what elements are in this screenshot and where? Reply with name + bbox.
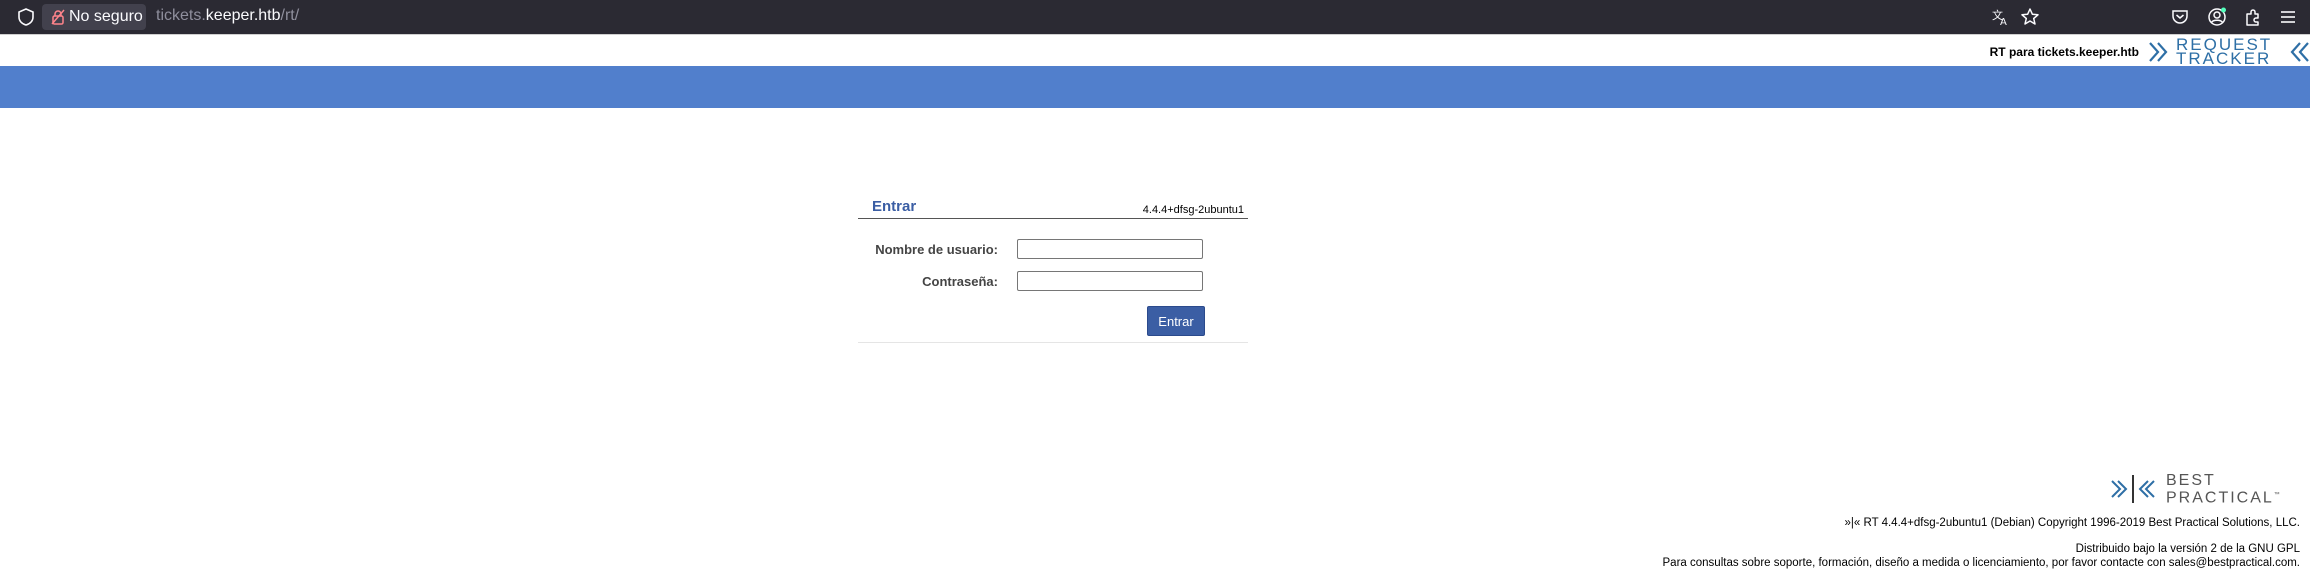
login-title: Entrar — [872, 198, 917, 215]
username-input[interactable] — [1017, 239, 1203, 259]
copyright-line: »|« RT 4.4.4+dfsg-2ubuntu1 (Debian) Copy… — [1844, 517, 2300, 529]
bp-logo-text: BEST PRACTICAL™ — [2166, 472, 2280, 507]
menu-icon[interactable] — [2277, 6, 2299, 28]
account-icon[interactable] — [2206, 6, 2228, 28]
logo-text: REQUEST TRACKER — [2176, 36, 2272, 67]
best-practical-logo[interactable]: BEST PRACTICAL™ — [2110, 472, 2300, 506]
password-input[interactable] — [1017, 271, 1203, 291]
site-title: RT para tickets.keeper.htb — [1989, 45, 2139, 59]
url-bar[interactable]: tickets.keeper.htb/rt/ — [156, 7, 299, 25]
password-label: Contraseña: — [922, 274, 998, 289]
license-text: Distribuido bajo la versión 2 de la GNU … — [2075, 543, 2300, 555]
main-nav-bar — [0, 66, 2310, 108]
url-subdomain: tickets. — [156, 7, 206, 24]
bp-logo-line-best: BEST — [2166, 472, 2216, 489]
version-label: 4.4.4+dfsg-2ubuntu1 — [1142, 204, 1244, 216]
best-practical-mark-icon — [2111, 475, 2155, 503]
rt-marker[interactable]: »|« — [1844, 517, 1860, 529]
trademark-mark: ™ — [2273, 492, 2280, 498]
svg-text:A: A — [2000, 17, 2007, 28]
contact-text: Para consultas sobre soporte, formación,… — [1662, 557, 2300, 569]
bp-logo-line-practical: PRACTICAL — [2166, 489, 2274, 507]
copyright-text: RT 4.4.4+dfsg-2ubuntu1 (Debian) Copyrigh… — [1863, 517, 2300, 529]
login-box-divider — [858, 342, 1248, 343]
bookmark-star-icon[interactable] — [2019, 6, 2041, 28]
rt-header: RT para tickets.keeper.htb REQUEST TRACKE… — [0, 34, 2310, 67]
request-tracker-logo[interactable]: REQUEST TRACKER — [2148, 36, 2310, 67]
translate-icon[interactable]: 文A — [1990, 6, 2012, 28]
username-label: Nombre de usuario: — [875, 242, 998, 257]
pocket-icon[interactable] — [2169, 6, 2191, 28]
login-box: Entrar 4.4.4+dfsg-2ubuntu1 Nombre de usu… — [858, 196, 1248, 343]
url-host: keeper.htb — [205, 7, 281, 24]
browser-toolbar: No seguro tickets.keeper.htb/rt/ 文A — [0, 0, 2310, 34]
url-path: /rt/ — [280, 7, 300, 24]
logo-chevrons-left-icon — [2290, 42, 2309, 62]
login-button[interactable]: Entrar — [1147, 306, 1205, 336]
title-divider — [858, 218, 1248, 219]
extensions-icon[interactable] — [2242, 6, 2264, 28]
site-security-indicator[interactable]: No seguro — [42, 4, 146, 30]
logo-chevrons-right-icon — [2149, 42, 2168, 62]
insecure-lock-icon — [50, 9, 66, 25]
tracking-protection-shield-icon[interactable] — [16, 7, 36, 27]
security-label: No seguro — [69, 8, 143, 25]
